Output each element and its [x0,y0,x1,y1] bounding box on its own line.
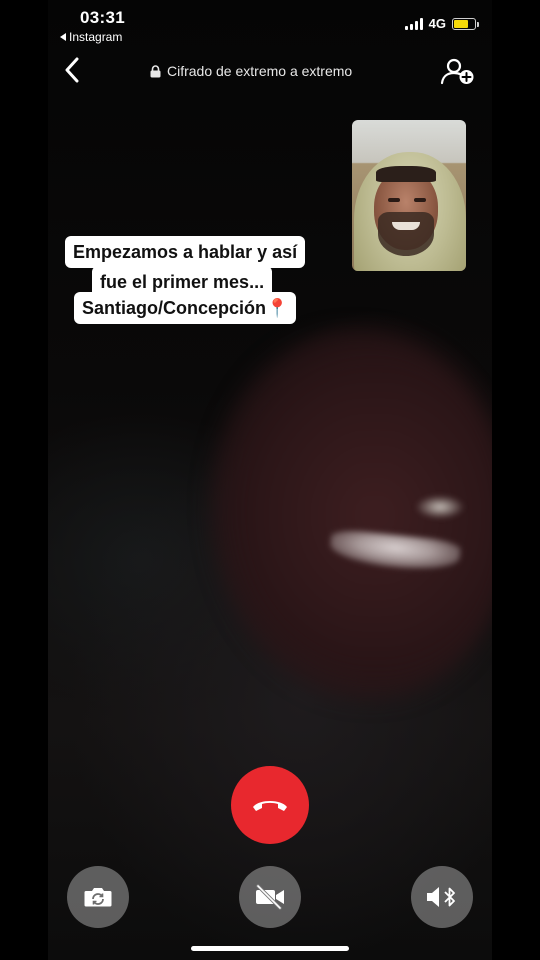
back-to-app-link[interactable]: Instagram [60,30,122,44]
chevron-left-icon [65,57,79,83]
self-eye-right [414,198,426,202]
encryption-indicator: Cifrado de extremo a extremo [150,63,352,79]
caption-line-3: Santiago/Concepción📍 [74,292,297,324]
back-button[interactable] [58,56,86,84]
add-person-icon [440,58,474,85]
status-time: 03:31 [80,8,125,27]
phone-hangup-icon [253,801,287,811]
status-indicators: 4G [404,16,479,31]
flip-camera-button[interactable] [67,866,129,928]
video-call-screen: 03:31 Instagram 4G Cifrado de extremo a … [0,0,540,960]
flip-camera-icon [84,888,112,907]
speaker-bluetooth-icon [427,887,455,907]
letterbox-left [0,0,48,960]
caption-line-1: Empezamos a hablar y así [65,236,306,268]
self-hair [376,166,436,182]
audio-output-button[interactable] [411,866,473,928]
lock-icon [150,64,161,77]
network-type: 4G [428,16,446,31]
encryption-label: Cifrado de extremo a extremo [167,63,353,79]
self-smile [392,222,420,230]
self-video-preview[interactable] [352,120,466,271]
self-beard [378,212,434,256]
signal-icon [404,17,423,30]
letterbox-right [492,0,540,960]
self-eye-left [388,198,400,202]
remote-eye-highlight [415,495,465,519]
back-triangle-icon [60,33,66,41]
battery-icon [452,17,479,30]
home-indicator[interactable] [191,946,349,951]
video-toggle-button[interactable] [239,866,301,928]
add-participant-button[interactable] [440,56,476,86]
remote-face [210,330,510,700]
end-call-button[interactable] [231,766,309,844]
back-app-label: Instagram [69,30,123,44]
video-off-icon [256,884,284,910]
